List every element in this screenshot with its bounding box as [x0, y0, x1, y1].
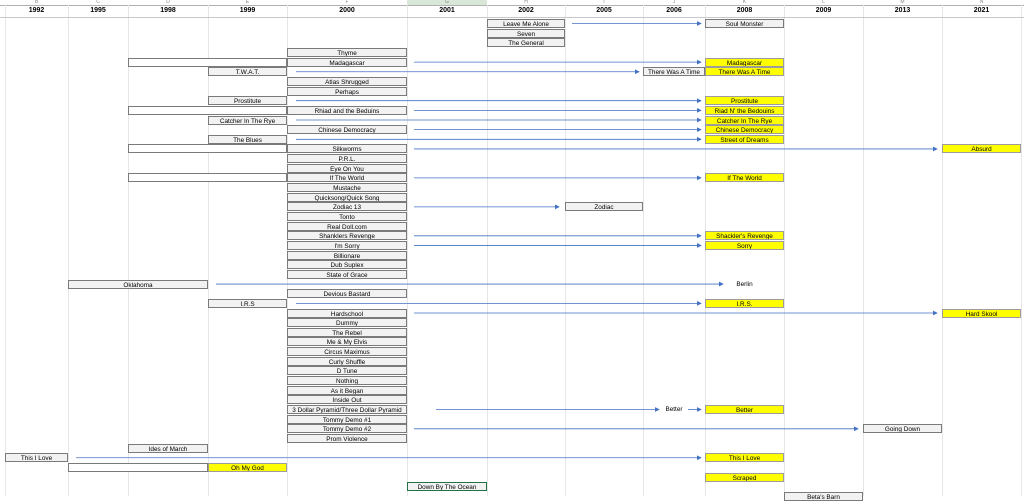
- highlighted-cell[interactable]: If The World: [705, 173, 784, 183]
- song-cell[interactable]: Me & My Elvis: [287, 337, 407, 347]
- highlighted-cell[interactable]: Street of Dreams: [705, 134, 784, 144]
- highlighted-cell[interactable]: Better: [705, 405, 784, 414]
- empty-bordered-cell[interactable]: [128, 57, 287, 67]
- song-cell[interactable]: Ides of March: [128, 443, 208, 453]
- song-cell[interactable]: Prom Violence: [287, 433, 407, 443]
- song-cell[interactable]: Berlin: [705, 280, 784, 289]
- song-cell[interactable]: 3 Dollar Pyramid/Three Dollar Pyramid: [287, 405, 407, 414]
- highlighted-cell[interactable]: Riad N' the Bedouins: [705, 105, 784, 115]
- song-cell[interactable]: Thyme: [287, 47, 407, 57]
- song-cell[interactable]: Chinese Democracy: [287, 125, 407, 135]
- song-cell[interactable]: Real Doll.com: [287, 221, 407, 231]
- song-cell[interactable]: If The World: [287, 173, 407, 183]
- song-cell[interactable]: Rhiad and the Beduins: [287, 105, 407, 115]
- song-cell[interactable]: Eye On You: [287, 163, 407, 173]
- highlighted-cell[interactable]: Sorry: [705, 240, 784, 250]
- song-cell[interactable]: The Rebel: [287, 327, 407, 337]
- song-cell[interactable]: Curly Shuffle: [287, 356, 407, 366]
- highlighted-cell[interactable]: Scraped: [705, 472, 784, 482]
- song-cell[interactable]: Hardschool: [287, 308, 407, 318]
- song-cell[interactable]: Madagascar: [287, 57, 407, 67]
- song-cell[interactable]: Dummy: [287, 318, 407, 328]
- song-cell[interactable]: Zodiac 13: [287, 202, 407, 212]
- song-cell[interactable]: State of Grace: [287, 269, 407, 279]
- highlighted-cell[interactable]: Prostitute: [705, 96, 784, 106]
- song-cell[interactable]: Nothing: [287, 376, 407, 386]
- song-cell[interactable]: P.R.L.: [287, 154, 407, 164]
- song-cell[interactable]: Billionare: [287, 250, 407, 260]
- song-cell[interactable]: Dub Suplex: [287, 260, 407, 270]
- empty-bordered-cell[interactable]: [128, 144, 287, 154]
- song-cell[interactable]: Leave Me Alone: [487, 19, 565, 28]
- highlighted-cell[interactable]: Madagascar: [705, 57, 784, 67]
- highlighted-cell[interactable]: There Was A Time: [705, 67, 784, 77]
- song-cell[interactable]: Tommy Demo #2: [287, 424, 407, 434]
- song-cell[interactable]: Devious Bastard: [287, 289, 407, 299]
- song-cell[interactable]: I.R.S: [208, 298, 287, 308]
- song-cell[interactable]: Circus Maximus: [287, 347, 407, 357]
- song-cell[interactable]: This I Love: [5, 453, 68, 463]
- song-cell[interactable]: D Tune: [287, 366, 407, 376]
- empty-bordered-cell[interactable]: [128, 173, 287, 183]
- song-cell[interactable]: Seven: [487, 28, 565, 38]
- song-cell[interactable]: Mustache: [287, 183, 407, 193]
- spreadsheet[interactable]: BCDEFGHIJKLMN 1992 1995 1998 1999 2000 2001 20…: [0, 0, 1024, 501]
- song-cell[interactable]: Shanklers Revenge: [287, 231, 407, 241]
- song-cell[interactable]: The General: [487, 38, 565, 48]
- empty-bordered-cell[interactable]: [68, 462, 208, 472]
- song-cell[interactable]: The Blues: [208, 134, 287, 144]
- song-cell[interactable]: Tonto: [287, 212, 407, 221]
- song-cell[interactable]: Quicksong/Quick Song: [287, 192, 407, 202]
- song-cell[interactable]: Tommy Demo #1: [287, 414, 407, 424]
- song-cell[interactable]: Zodiac: [565, 202, 643, 212]
- song-cell[interactable]: Atlas Shrugged: [287, 76, 407, 86]
- song-cell[interactable]: Inside Out: [287, 395, 407, 405]
- song-cell[interactable]: Soul Monster: [705, 19, 784, 28]
- song-cell[interactable]: Prostitute: [208, 96, 287, 106]
- song-cell[interactable]: Catcher In The Rye: [208, 115, 287, 125]
- arrow-layer: [76, 21, 938, 461]
- highlighted-cell[interactable]: I.R.S.: [705, 298, 784, 308]
- song-cell[interactable]: Down By The Ocean: [407, 482, 487, 492]
- song-cell[interactable]: T.W.A.T.: [208, 67, 287, 77]
- song-cell[interactable]: Going Down: [863, 424, 942, 434]
- highlighted-cell[interactable]: Chinese Democracy: [705, 125, 784, 135]
- highlighted-cell[interactable]: Absurd: [942, 144, 1021, 154]
- empty-bordered-cell[interactable]: [128, 105, 287, 115]
- song-cell[interactable]: There Was A Time: [643, 67, 705, 77]
- song-cell[interactable]: Oklahoma: [68, 279, 208, 289]
- song-cell[interactable]: Silkworms: [287, 144, 407, 154]
- song-cell[interactable]: Perhaps: [287, 86, 407, 96]
- song-cell[interactable]: I'm Sorry: [287, 240, 407, 250]
- highlighted-cell[interactable]: This I Love: [705, 453, 784, 463]
- highlighted-cell[interactable]: Catcher In The Rye: [705, 115, 784, 125]
- highlighted-cell[interactable]: Oh My God: [208, 462, 287, 472]
- song-cell[interactable]: As it Began: [287, 385, 407, 395]
- highlighted-cell[interactable]: Shackler's Revenge: [705, 231, 784, 241]
- song-cell[interactable]: Beta's Barn: [784, 491, 863, 501]
- song-cell[interactable]: Better: [643, 405, 705, 414]
- highlighted-cell[interactable]: Hard Skool: [942, 308, 1021, 318]
